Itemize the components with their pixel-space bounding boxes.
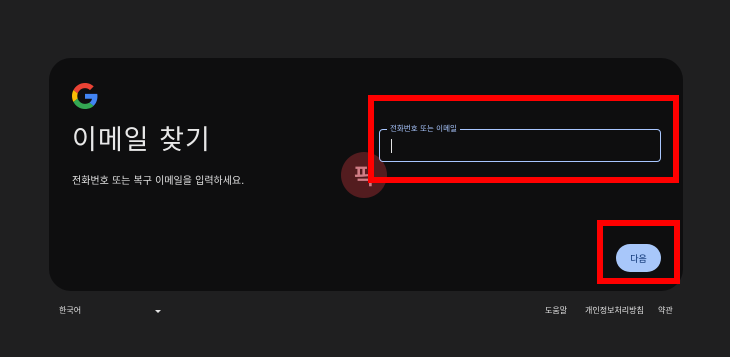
phone-or-email-field[interactable]: 전화번호 또는 이메일 [379, 123, 661, 162]
page: 이메일 찾기 전화번호 또는 복구 이메일을 입력하세요. 픽 전화번호 또는 … [0, 0, 730, 357]
page-subtitle: 전화번호 또는 복구 이메일을 입력하세요. [72, 176, 245, 187]
google-logo-icon [72, 83, 98, 109]
terms-link[interactable]: 약관 [658, 305, 673, 316]
language-select[interactable]: 한국어 [59, 305, 81, 316]
help-link[interactable]: 도움말 [545, 305, 567, 316]
language-label: 한국어 [59, 306, 82, 315]
next-button[interactable]: 다음 [616, 244, 661, 272]
privacy-link[interactable]: 개인정보처리방침 [585, 305, 644, 316]
dropdown-arrow-icon[interactable] [155, 310, 161, 313]
page-title: 이메일 찾기 [72, 125, 211, 156]
phone-or-email-input[interactable] [380, 130, 660, 161]
text-caret [391, 139, 392, 153]
